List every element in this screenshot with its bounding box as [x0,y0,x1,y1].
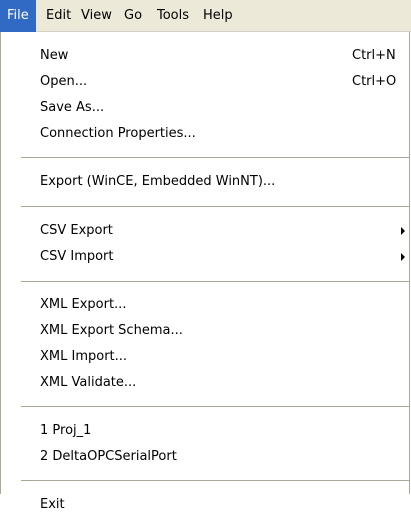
menu-separator [21,206,409,207]
menu-item-label: Exit [40,497,65,512]
menu-item-label: New [40,48,69,63]
menu-item-label: XML Import... [40,349,128,364]
menu-item-exit[interactable]: Exit [1,492,409,518]
menu-item-export-wince[interactable]: Export (WinCE, Embedded WinNT)... [1,169,409,195]
menu-item-recent-1[interactable]: 1 Proj_1 [1,418,409,444]
menu-item-csv-import[interactable]: CSV Import [1,244,409,270]
menu-item-new[interactable]: New Ctrl+N [1,43,409,69]
file-menu-dropdown: New Ctrl+N Open... Ctrl+O Save As... Con… [0,32,410,512]
menu-item-label: 1 Proj_1 [40,423,92,438]
menu-separator [21,480,409,481]
submenu-arrow-icon [401,253,405,261]
menu-item-open[interactable]: Open... Ctrl+O [1,69,409,95]
menu-item-connection-properties[interactable]: Connection Properties... [1,121,409,147]
menu-item-label: Connection Properties... [40,126,196,141]
menu-item-xml-import[interactable]: XML Import... [1,344,409,370]
menu-item-label: Save As... [40,100,105,115]
menu-item-label: 2 DeltaOPCSerialPort [40,449,177,464]
menu-item-label: XML Export Schema... [40,323,183,338]
menu-bar: File Edit View Go Tools Help [0,0,411,32]
menu-item-xml-validate[interactable]: XML Validate... [1,370,409,396]
menu-edit[interactable]: Edit [39,0,78,32]
submenu-arrow-icon [401,227,405,235]
menu-item-shortcut: Ctrl+N [352,48,396,63]
menu-file[interactable]: File [0,0,36,32]
menu-separator [21,157,409,158]
menu-item-label: CSV Export [40,223,113,238]
menu-view[interactable]: View [74,0,119,32]
menu-item-recent-2[interactable]: 2 DeltaOPCSerialPort [1,444,409,470]
menu-tools[interactable]: Tools [150,0,196,32]
menu-item-label: XML Export... [40,297,127,312]
menu-item-label: XML Validate... [40,375,137,390]
menu-item-label: CSV Import [40,249,114,264]
menu-item-csv-export[interactable]: CSV Export [1,218,409,244]
menu-item-shortcut: Ctrl+O [352,74,397,89]
menu-separator [21,406,409,407]
menu-help[interactable]: Help [196,0,240,32]
menu-item-save-as[interactable]: Save As... [1,95,409,121]
menu-item-xml-export-schema[interactable]: XML Export Schema... [1,318,409,344]
menu-separator [21,281,409,282]
menu-item-label: Open... [40,74,88,89]
menu-item-label: Export (WinCE, Embedded WinNT)... [40,174,276,189]
menu-go[interactable]: Go [117,0,149,32]
menu-item-xml-export[interactable]: XML Export... [1,292,409,318]
